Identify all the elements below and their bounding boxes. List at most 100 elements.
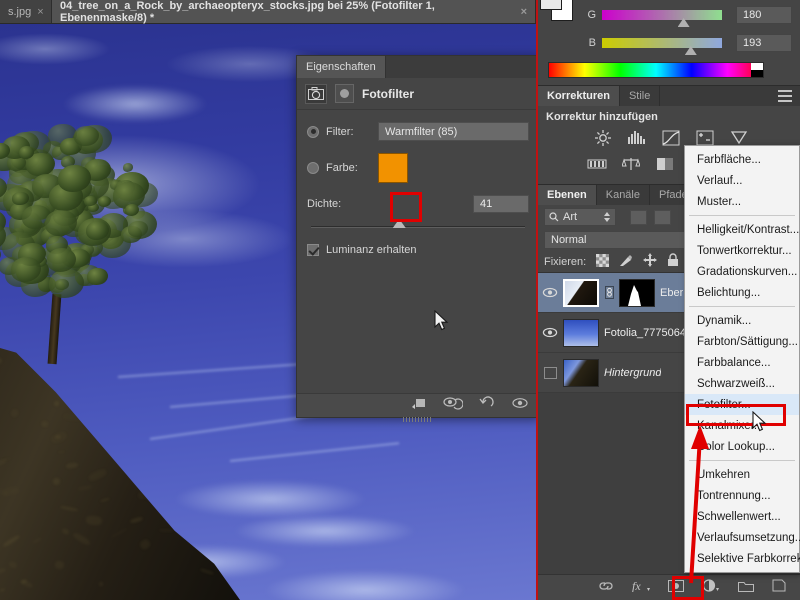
new-adjustment-layer-icon[interactable] xyxy=(702,579,720,597)
layer-filter-icons[interactable] xyxy=(630,210,671,225)
reset-icon[interactable] xyxy=(479,396,495,415)
properties-panel[interactable]: Eigenschaften Fotofilter Filter: Warmfil… xyxy=(296,55,540,418)
menu-item-2[interactable]: Muster... xyxy=(685,191,799,212)
channel-ramp[interactable] xyxy=(602,38,722,48)
curves-icon[interactable] xyxy=(660,129,682,147)
new-layer-icon[interactable] xyxy=(772,579,786,597)
rock-texture xyxy=(72,531,92,547)
properties-tab-row[interactable]: Eigenschaften xyxy=(297,56,539,78)
color-spectrum-ramp[interactable] xyxy=(548,62,764,78)
document-tab-bar[interactable]: s.jpg × 04_tree_on_a_Rock_by_archaeopter… xyxy=(0,0,536,24)
menu-item-10[interactable]: Schwarzweiß... xyxy=(685,373,799,394)
corrections-tab-row[interactable]: Korrekturen Stile xyxy=(538,85,800,106)
close-icon[interactable]: × xyxy=(521,6,527,18)
channel-slider-thumb[interactable] xyxy=(678,18,690,27)
menu-item-6[interactable]: Belichtung... xyxy=(685,282,799,303)
preserve-luminosity-checkbox[interactable] xyxy=(307,244,319,256)
filter-label: Filter: xyxy=(326,126,378,138)
menu-item-7[interactable]: Dynamik... xyxy=(685,310,799,331)
density-slider-thumb[interactable] xyxy=(393,219,406,228)
menu-item-9[interactable]: Farbbalance... xyxy=(685,352,799,373)
panel-menu-icon[interactable] xyxy=(778,90,794,102)
filter-radio[interactable] xyxy=(307,126,319,138)
color-balance-icon[interactable] xyxy=(620,155,642,173)
color-swatch[interactable] xyxy=(378,153,408,183)
layer-kind-select[interactable]: Art xyxy=(544,208,616,226)
filter-option-row[interactable]: Filter: Warmfilter (85) xyxy=(307,122,529,141)
new-group-icon[interactable] xyxy=(738,579,754,597)
menu-item-14[interactable]: Umkehren xyxy=(685,464,799,485)
filter-image-icon[interactable] xyxy=(630,210,647,225)
layers-footer[interactable]: fx xyxy=(538,574,800,600)
menu-item-4[interactable]: Tonwertkorrektur... xyxy=(685,240,799,261)
visibility-eye-icon[interactable] xyxy=(542,327,558,338)
add-layer-mask-icon[interactable] xyxy=(668,579,684,597)
visibility-eye-icon[interactable] xyxy=(542,287,558,298)
color-label: Farbe: xyxy=(326,162,378,174)
white-black-picker[interactable] xyxy=(751,63,763,77)
clip-to-layer-icon[interactable] xyxy=(411,396,427,415)
menu-item-15[interactable]: Tontrennung... xyxy=(685,485,799,506)
document-tab-0[interactable]: s.jpg × xyxy=(0,0,52,23)
properties-footer[interactable] xyxy=(297,393,539,417)
svg-text:fx: fx xyxy=(632,579,641,592)
channel-value-field[interactable]: 180 xyxy=(736,6,792,24)
toggle-preview-icon[interactable] xyxy=(443,396,463,415)
foreground-background-color[interactable] xyxy=(540,0,574,22)
lock-all-icon[interactable] xyxy=(667,253,679,270)
visibility-eye-icon[interactable] xyxy=(511,396,529,415)
menu-item-11[interactable]: Fotofilter... xyxy=(685,394,799,415)
menu-item-18[interactable]: Selektive Farbkorrektur... xyxy=(685,548,799,569)
lock-label: Fixieren: xyxy=(544,256,586,268)
menu-item-17[interactable]: Verlaufsumsetzung... xyxy=(685,527,799,548)
color-panel[interactable]: R172G180B193 xyxy=(538,0,800,85)
layer-thumbnail[interactable] xyxy=(563,359,599,387)
link-layers-icon[interactable] xyxy=(598,579,614,597)
channel-value-field[interactable]: 193 xyxy=(736,34,792,52)
menu-item-1[interactable]: Verlauf... xyxy=(685,170,799,191)
menu-item-13[interactable]: Color Lookup... xyxy=(685,436,799,457)
document-tab-1[interactable]: 04_tree_on_a_Rock_by_archaeopteryx_stock… xyxy=(52,0,536,23)
mask-link-icon[interactable] xyxy=(604,286,614,299)
color-channel-b[interactable]: B 193 xyxy=(582,34,792,52)
filter-select[interactable]: Warmfilter (85) xyxy=(378,122,529,141)
menu-item-16[interactable]: Schwellenwert... xyxy=(685,506,799,527)
menu-item-8[interactable]: Farbton/Sättigung... xyxy=(685,331,799,352)
layer-thumbnail[interactable] xyxy=(563,279,599,307)
menu-item-12[interactable]: Kanalmixer... xyxy=(685,415,799,436)
lock-transparency-icon[interactable] xyxy=(596,254,609,270)
panel-resize-grip[interactable] xyxy=(403,417,433,422)
hue-saturation-icon[interactable] xyxy=(586,155,608,173)
tab-korrekturen[interactable]: Korrekturen xyxy=(538,86,620,106)
menu-item-3[interactable]: Helligkeit/Kontrast... xyxy=(685,219,799,240)
brightness-contrast-icon[interactable] xyxy=(592,129,614,147)
adjustment-menu[interactable]: Farbfläche... Verlauf... Muster... Helligke… xyxy=(684,145,800,573)
tab-kanaele[interactable]: Kanäle xyxy=(597,185,650,205)
layer-style-fx-icon[interactable]: fx xyxy=(632,579,650,597)
layer-thumbnail[interactable] xyxy=(563,319,599,347)
color-radio[interactable] xyxy=(307,162,319,174)
channel-label: G xyxy=(582,9,596,21)
levels-icon[interactable] xyxy=(626,129,648,147)
close-icon[interactable]: × xyxy=(37,6,43,18)
tab-ebenen[interactable]: Ebenen xyxy=(538,185,597,205)
layer-mask-thumbnail[interactable] xyxy=(619,279,655,307)
density-value-field[interactable]: 41 xyxy=(473,195,529,213)
channel-slider-thumb[interactable] xyxy=(685,46,697,55)
color-channel-g[interactable]: G 180 xyxy=(582,6,792,24)
menu-item-5[interactable]: Gradationskurven... xyxy=(685,261,799,282)
filter-adjustment-icon[interactable] xyxy=(654,210,671,225)
rock-texture xyxy=(100,498,110,503)
tab-eigenschaften[interactable]: Eigenschaften xyxy=(297,56,386,78)
preserve-luminosity-row[interactable]: Luminanz erhalten xyxy=(307,244,529,256)
lock-position-icon[interactable] xyxy=(643,253,657,270)
density-slider-track[interactable] xyxy=(311,226,525,228)
foreground-color-swatch[interactable] xyxy=(540,0,562,10)
color-option-row[interactable]: Farbe: xyxy=(307,153,529,183)
tab-stile[interactable]: Stile xyxy=(620,86,660,106)
menu-item-0[interactable]: Farbfläche... xyxy=(685,149,799,170)
lock-image-icon[interactable] xyxy=(619,254,633,270)
visibility-off-box[interactable] xyxy=(542,367,558,379)
black-white-icon[interactable] xyxy=(654,155,676,173)
channel-ramp[interactable] xyxy=(602,10,722,20)
